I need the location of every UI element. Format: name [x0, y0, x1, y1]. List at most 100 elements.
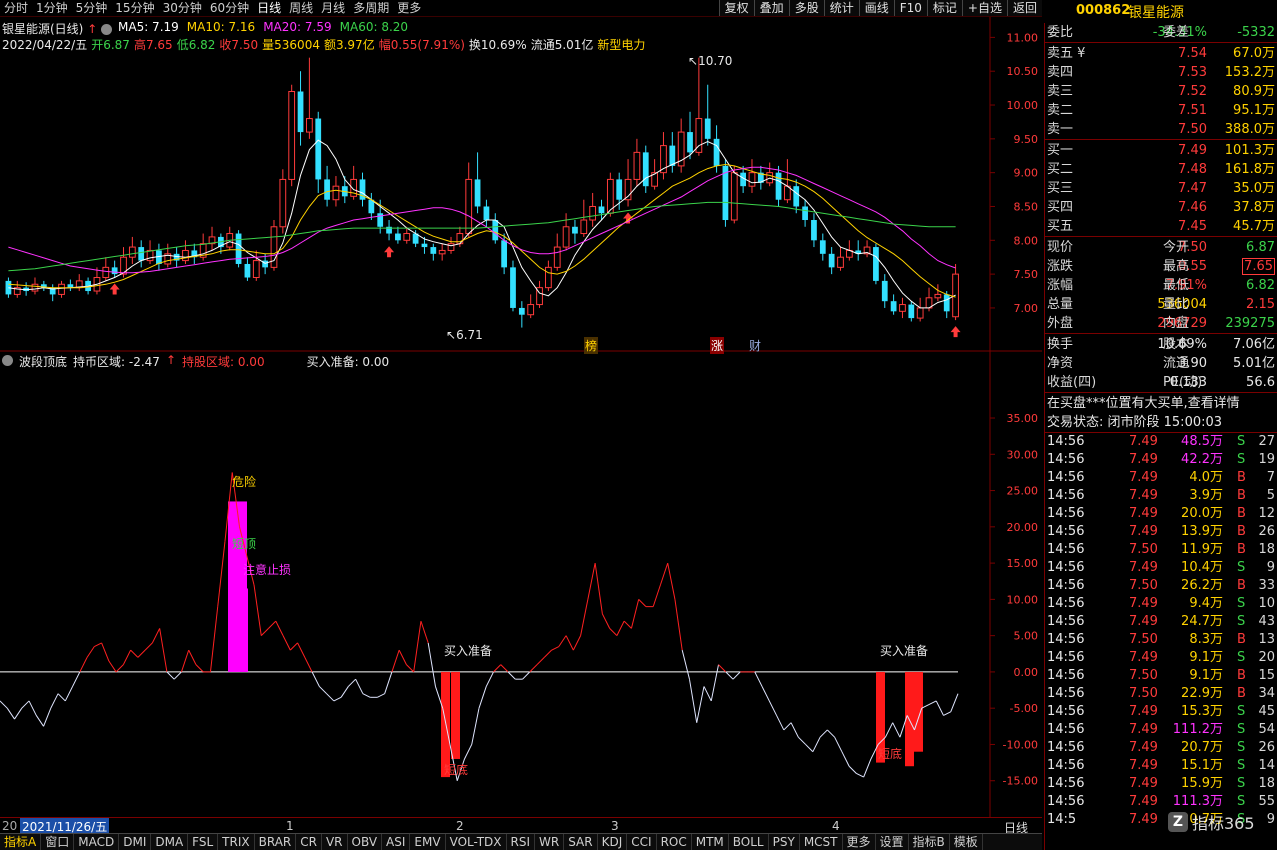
quote-label: 涨幅	[1047, 278, 1074, 293]
trade-row: 14:56 7.49 42.2万 S 19	[1045, 451, 1277, 469]
arrow-up-icon: ↑	[87, 22, 98, 36]
trade-row: 14:56 7.49 4.0万 B 7	[1045, 469, 1277, 487]
trade-count: 10	[1258, 596, 1275, 611]
separator	[1045, 333, 1277, 334]
settings-circle-icon[interactable]	[101, 24, 113, 35]
tab-24[interactable]: 更多	[843, 834, 876, 850]
indicator-segment	[659, 562, 669, 586]
tab-23[interactable]: MCST	[800, 834, 843, 850]
period-tab-6[interactable]: 日线	[253, 1, 285, 16]
indicator-name[interactable]: 波段顶底	[19, 353, 67, 370]
indicator-segment	[587, 563, 596, 600]
tab-8[interactable]: CR	[296, 834, 322, 850]
period-tab-1[interactable]: 1分钟	[32, 1, 72, 16]
indicator-segment	[318, 686, 327, 695]
quote-label-2: 量比	[1163, 297, 1190, 312]
tab-19[interactable]: ROC	[657, 834, 692, 850]
low-price-label: ↖6.71	[446, 328, 483, 342]
ind-y-tick-label: -5.00	[1010, 702, 1038, 715]
candle-body	[802, 206, 808, 221]
trade-time: 14:56	[1047, 542, 1085, 557]
tab-26[interactable]: 指标B	[909, 834, 950, 850]
toolbar-action-2[interactable]: 多股	[788, 0, 824, 16]
tab-11[interactable]: ASI	[382, 834, 411, 850]
indicator-segment	[551, 646, 560, 651]
period-tab-3[interactable]: 15分钟	[111, 1, 158, 16]
trade-volume: 111.3万	[1172, 794, 1223, 809]
ind-y-tick-label: 20.00	[1007, 521, 1039, 534]
tab-21[interactable]: BOLL	[729, 834, 769, 850]
toolbar-action-7[interactable]: +自选	[961, 0, 1007, 16]
trade-price: 7.49	[1129, 434, 1158, 449]
tab-3[interactable]: DMI	[119, 834, 152, 850]
indicator-segment	[297, 642, 306, 658]
tab-13[interactable]: VOL-TDX	[446, 834, 507, 850]
main-y-tick-label: 7.00	[1014, 302, 1039, 315]
candle-body	[669, 145, 676, 166]
tab-22[interactable]: PSY	[769, 834, 800, 850]
tab-4[interactable]: DMA	[151, 834, 189, 850]
tag-zhang[interactable]: 涨	[710, 337, 725, 354]
tab-9[interactable]: VR	[322, 834, 348, 850]
tab-2[interactable]: MACD	[74, 834, 120, 850]
indicator-segment	[130, 649, 139, 658]
toolbar-action-0[interactable]: 复权	[718, 0, 754, 16]
period-tab-0[interactable]: 分时	[0, 1, 32, 16]
tab-25[interactable]: 设置	[876, 834, 909, 850]
indicator-segment	[268, 620, 277, 629]
candle-body	[430, 247, 437, 254]
indicator-segment	[420, 620, 429, 644]
trade-count: 12	[1258, 506, 1275, 521]
main-y-tick-label: 9.50	[1014, 133, 1039, 146]
candle-body	[332, 185, 340, 201]
tab-15[interactable]: WR	[535, 834, 565, 850]
tab-7[interactable]: BRAR	[255, 834, 297, 850]
tab-1[interactable]: 窗口	[41, 834, 75, 850]
tab-16[interactable]: SAR	[564, 834, 598, 850]
toolbar-action-6[interactable]: 标记	[926, 0, 962, 16]
trade-count: 13	[1258, 632, 1275, 647]
info-sector[interactable]: 新型电力	[597, 36, 645, 53]
quote-row-3: 总量 536004 量比 2.15	[1045, 295, 1277, 314]
tab-18[interactable]: CCI	[627, 834, 657, 850]
tab-14[interactable]: RSI	[507, 834, 536, 850]
tag-cai[interactable]: 财	[748, 337, 762, 354]
tab-17[interactable]: KDJ	[598, 834, 628, 850]
period-tab-10[interactable]: 更多	[393, 1, 425, 16]
weicha-label: 委差	[1163, 25, 1190, 40]
period-tab-9[interactable]: 多周期	[349, 1, 393, 16]
tab-27[interactable]: 模板	[950, 834, 983, 850]
chart-area[interactable]: 11.0010.5010.009.509.008.508.007.507.003…	[0, 17, 1042, 833]
tab-6[interactable]: TRIX	[218, 834, 255, 850]
fund-label: 净资	[1047, 356, 1074, 371]
settings-circle-icon[interactable]	[2, 355, 13, 366]
tab-10[interactable]: OBV	[348, 834, 383, 850]
period-tab-4[interactable]: 30分钟	[159, 1, 206, 16]
indicator-segment	[623, 620, 632, 629]
toolbar-action-8[interactable]: 返回	[1006, 0, 1042, 16]
tab-5[interactable]: FSL	[188, 834, 219, 850]
candle-body	[501, 240, 508, 268]
tab-0[interactable]: 指标A	[0, 834, 42, 850]
indicator-segment	[6, 707, 15, 720]
trade-time: 14:56	[1047, 578, 1085, 593]
sell-price: 7.51	[1178, 103, 1207, 118]
toolbar-action-5[interactable]: F10	[893, 0, 927, 16]
toolbar-action-1[interactable]: 叠加	[753, 0, 789, 16]
tab-12[interactable]: EMV	[410, 834, 446, 850]
indicator-segment	[137, 649, 146, 658]
trade-price: 7.49	[1129, 650, 1158, 665]
toolbar-action-4[interactable]: 画线	[858, 0, 894, 16]
toolbar-action-3[interactable]: 统计	[823, 0, 859, 16]
trade-count: 7	[1266, 470, 1275, 485]
period-tab-2[interactable]: 5分钟	[72, 1, 112, 16]
period-tab-8[interactable]: 月线	[317, 1, 349, 16]
notice-text[interactable]: 在买盘***位置有大买单,查看详情	[1047, 394, 1240, 413]
period-tab-5[interactable]: 60分钟	[206, 1, 253, 16]
trade-time: 14:56	[1047, 722, 1085, 737]
period-tab-7[interactable]: 周线	[285, 1, 317, 16]
tag-bang[interactable]: 榜	[584, 337, 599, 354]
tab-20[interactable]: MTM	[692, 834, 729, 850]
trade-time: 14:56	[1047, 794, 1085, 809]
buy-price: 7.45	[1178, 219, 1207, 234]
